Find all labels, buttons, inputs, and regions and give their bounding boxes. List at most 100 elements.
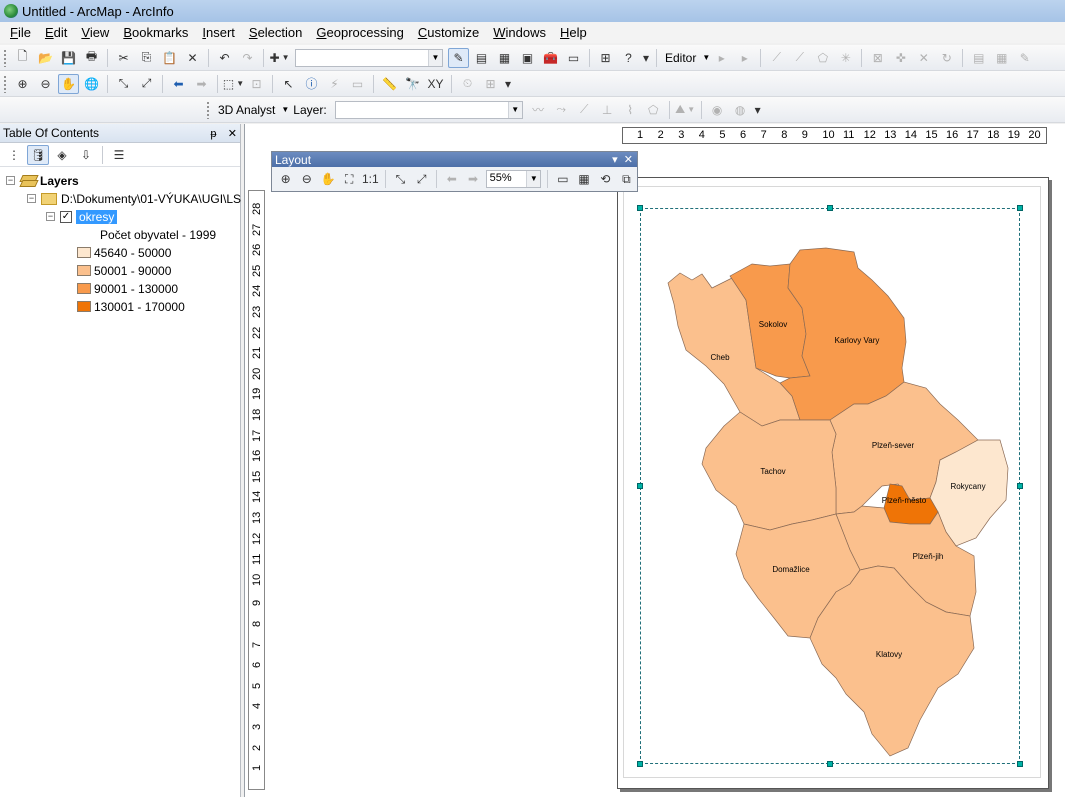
layout-zoom-in-icon[interactable]: ⊕ — [276, 169, 295, 189]
change-layout-icon[interactable]: ⟲ — [596, 169, 615, 189]
3d-analyst-menu[interactable]: 3D Analyst — [214, 103, 279, 117]
select-features-icon[interactable]: ⬚ ▼ — [223, 74, 244, 94]
focus-data-frame-icon[interactable]: ▦ — [574, 169, 593, 189]
menu-item-bookmarks[interactable]: Bookmarks — [116, 25, 195, 40]
create-viewer-icon[interactable]: ⊞ — [480, 74, 501, 94]
layer-select[interactable]: ▼ — [334, 100, 523, 119]
menu-item-customize[interactable]: Customize — [411, 25, 486, 40]
close-icon[interactable]: ✕ — [624, 154, 633, 166]
forward-extent-icon[interactable]: ➡ — [191, 74, 212, 94]
editor-menu[interactable]: Editor — [661, 51, 700, 65]
full-extent-icon[interactable]: 🌐 — [81, 74, 102, 94]
chevron-down-icon[interactable]: ▼ — [702, 53, 710, 62]
layout-pan-icon[interactable]: ✋ — [318, 169, 337, 189]
pin-icon[interactable]: ᵽ — [210, 128, 216, 140]
print-icon[interactable]: 🖶 — [81, 48, 102, 68]
time-slider-icon[interactable]: ⏲ — [457, 74, 478, 94]
list-by-selection-icon[interactable]: ⇩ — [75, 145, 97, 165]
back-extent-icon[interactable]: ⬅ — [168, 74, 189, 94]
redo-icon[interactable]: ↷ — [237, 48, 258, 68]
back-extent-icon[interactable]: ⬅ — [442, 169, 461, 189]
undo-icon[interactable]: ↶ — [214, 48, 235, 68]
resize-handle[interactable] — [637, 483, 643, 489]
toc-window-icon[interactable]: ▤ — [471, 48, 492, 68]
legend-swatch[interactable] — [77, 283, 91, 294]
measure-icon[interactable]: 📏 — [379, 74, 400, 94]
hyperlink-icon[interactable]: ⚡ — [324, 74, 345, 94]
toolbar-overflow-icon[interactable]: ▾ — [503, 74, 513, 94]
zoom-percent-select[interactable]: 55% ▼ — [485, 170, 542, 188]
python-window-icon[interactable]: ▭ — [563, 48, 584, 68]
data-frame-selection[interactable] — [640, 208, 1020, 764]
options-icon[interactable]: ☰ — [108, 145, 130, 165]
resize-handle[interactable] — [1017, 205, 1023, 211]
fixed-zoom-out-icon[interactable]: ⤢ — [412, 169, 431, 189]
resize-handle[interactable] — [637, 205, 643, 211]
toolbar-grip[interactable] — [3, 74, 7, 93]
list-by-drawing-order-icon[interactable]: ⋮ — [3, 145, 25, 165]
zoom-whole-page-icon[interactable]: ⛶ — [340, 169, 359, 189]
menu-item-selection[interactable]: Selection — [242, 25, 309, 40]
list-by-visibility-icon[interactable]: ◈ — [51, 145, 73, 165]
editor-toolbar-icon[interactable]: ✎ — [448, 47, 469, 68]
zoom-out-icon[interactable]: ⊖ — [35, 74, 56, 94]
tree-item-okresy[interactable]: − ✓ okresy — [46, 208, 118, 225]
cut-icon[interactable]: ✂ — [113, 48, 134, 68]
menu-item-geoprocessing[interactable]: Geoprocessing — [309, 25, 410, 40]
fixed-zoom-in-icon[interactable]: ⤡ — [113, 74, 134, 94]
menu-item-file[interactable]: File — [3, 25, 38, 40]
forward-extent-icon[interactable]: ➡ — [463, 169, 482, 189]
toggle-draft-mode-icon[interactable]: ▭ — [553, 169, 572, 189]
legend-item[interactable]: 50001 - 90000 — [77, 262, 171, 279]
save-icon[interactable]: 💾 — [58, 48, 79, 68]
menu-item-help[interactable]: Help — [553, 25, 594, 40]
html-popup-icon[interactable]: ▭ — [347, 74, 368, 94]
layout-zoom-out-icon[interactable]: ⊖ — [297, 169, 316, 189]
legend-item[interactable]: 90001 - 130000 — [77, 280, 178, 297]
select-elements-icon[interactable]: ↖ — [278, 74, 299, 94]
resize-handle[interactable] — [637, 761, 643, 767]
new-document-icon[interactable]: 🗋 — [12, 48, 33, 68]
resize-handle[interactable] — [827, 205, 833, 211]
search-window-icon[interactable]: ▣ — [517, 48, 538, 68]
zoom-in-icon[interactable]: ⊕ — [12, 74, 33, 94]
layer-visibility-checkbox[interactable]: ✓ — [60, 210, 72, 223]
whats-this-icon[interactable]: ? — [618, 48, 639, 68]
pan-icon[interactable]: ✋ — [58, 73, 79, 94]
paste-icon[interactable]: 📋 — [159, 48, 180, 68]
toolbar-grip[interactable] — [3, 48, 7, 67]
chevron-down-icon[interactable]: ▼ — [281, 105, 289, 114]
model-builder-icon[interactable]: ⊞ — [595, 48, 616, 68]
go-to-xy-icon[interactable]: XY — [425, 74, 446, 94]
collapse-icon[interactable]: − — [27, 194, 36, 203]
fixed-zoom-out-icon[interactable]: ⤢ — [136, 74, 157, 94]
toolbar-overflow-icon[interactable]: ▾ — [753, 100, 763, 120]
menu-item-view[interactable]: View — [74, 25, 116, 40]
map-scale-combo[interactable]: ▼ — [295, 48, 443, 67]
legend-swatch[interactable] — [77, 265, 91, 276]
delete-icon[interactable]: ✕ — [182, 48, 203, 68]
clear-selection-icon[interactable]: ⊡ — [246, 74, 267, 94]
collapse-icon[interactable]: − — [6, 176, 15, 185]
tree-item-layers[interactable]: − Layers — [6, 172, 79, 189]
collapse-icon[interactable]: − — [46, 212, 55, 221]
close-icon[interactable]: ✕ — [228, 128, 237, 140]
find-icon[interactable]: 🔭 — [402, 74, 423, 94]
toolbar-grip[interactable] — [206, 100, 210, 119]
resize-handle[interactable] — [827, 761, 833, 767]
add-data-icon[interactable]: ✚ ▼ — [269, 48, 290, 68]
copy-icon[interactable]: ⎘ — [136, 48, 157, 68]
legend-swatch[interactable] — [77, 247, 91, 258]
catalog-window-icon[interactable]: ▦ — [494, 48, 515, 68]
tree-item-folder[interactable]: − D:\Dokumenty\01-VÝUKA\UGI\LS — [27, 190, 241, 207]
fixed-zoom-in-icon[interactable]: ⤡ — [391, 169, 410, 189]
menu-item-insert[interactable]: Insert — [195, 25, 242, 40]
open-icon[interactable]: 📂 — [35, 48, 56, 68]
data-driven-pages-icon[interactable]: ⧉ — [617, 169, 636, 189]
arctoolbox-icon[interactable]: 🧰 — [540, 48, 561, 68]
resize-handle[interactable] — [1017, 761, 1023, 767]
legend-item[interactable]: 45640 - 50000 — [77, 244, 171, 261]
identify-icon[interactable]: ⓘ — [301, 74, 322, 94]
layout-toolbar-header[interactable]: Layout ▾ ✕ — [272, 152, 637, 167]
legend-item[interactable]: 130001 - 170000 — [77, 298, 185, 315]
